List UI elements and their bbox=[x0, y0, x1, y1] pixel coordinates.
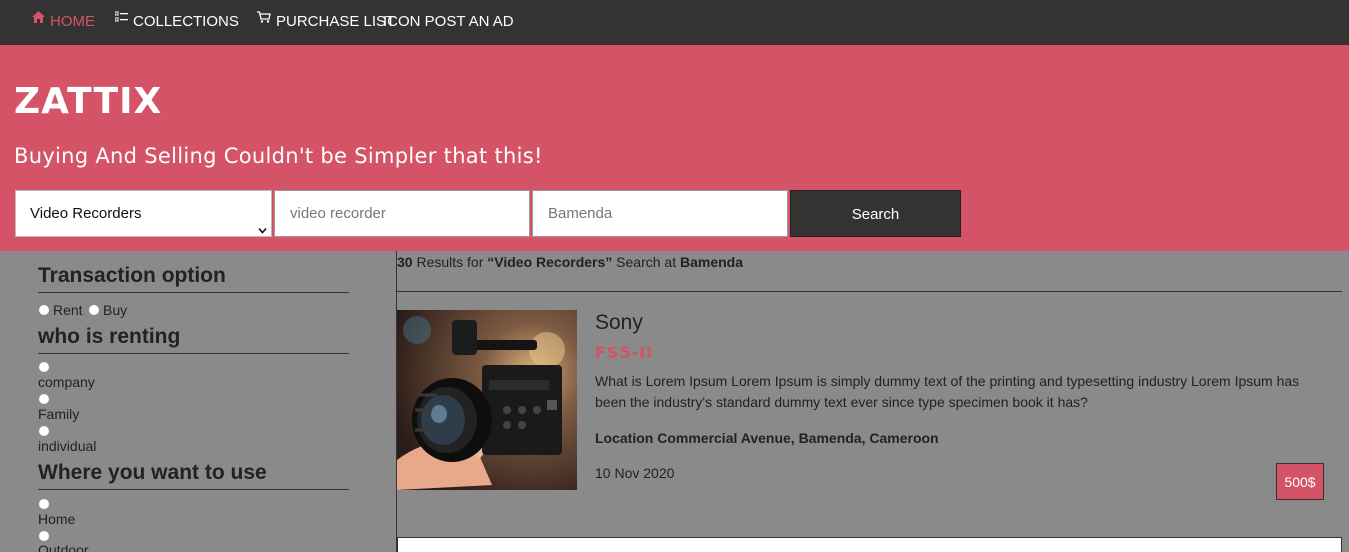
radio-individual[interactable] bbox=[39, 426, 49, 436]
results-count: 30 bbox=[397, 254, 413, 270]
product-date: 10 Nov 2020 bbox=[595, 465, 675, 481]
query-input[interactable]: video recorder bbox=[274, 190, 530, 237]
transaction-option-title: Transaction option bbox=[38, 264, 226, 287]
brand-logo[interactable]: ZATTIX bbox=[14, 81, 162, 122]
nav-collections-label: COLLECTIONS bbox=[133, 13, 239, 30]
filter-sidebar bbox=[0, 251, 396, 552]
radio-rent-label: Rent bbox=[53, 302, 83, 318]
radio-rent[interactable] bbox=[39, 305, 49, 315]
section-divider bbox=[38, 292, 349, 293]
results-summary: 30 Results for “Video Recorders” Search … bbox=[397, 254, 743, 270]
nav-purchase-list-label: PURCHASE LIST bbox=[276, 13, 396, 30]
radio-home[interactable] bbox=[39, 499, 49, 509]
location-input[interactable]: Bamenda bbox=[532, 190, 788, 237]
nav-home[interactable]: HOME bbox=[32, 0, 95, 45]
hero-banner: ZATTIX Buying And Selling Couldn't be Si… bbox=[0, 45, 1349, 251]
product-model: FS5-II bbox=[595, 343, 654, 362]
radio-home-label: Home bbox=[38, 511, 76, 527]
radio-company[interactable] bbox=[39, 362, 49, 372]
section-divider bbox=[38, 489, 349, 490]
results-text-2: Search at bbox=[612, 254, 680, 270]
top-nav: HOME COLLECTIONS PURCHASE LIST ICON POST… bbox=[0, 0, 1349, 45]
product-description: What is Lorem Ipsum Lorem Ipsum is simpl… bbox=[595, 373, 1300, 410]
tagline: Buying And Selling Couldn't be Simpler t… bbox=[14, 144, 543, 168]
radio-buy[interactable] bbox=[89, 305, 99, 315]
results-text-1: Results for bbox=[412, 254, 488, 270]
home-icon bbox=[32, 0, 45, 41]
cart-icon bbox=[257, 0, 271, 41]
location-input-value: Bamenda bbox=[548, 205, 613, 222]
category-select-value: Video Recorders bbox=[30, 205, 142, 222]
section-divider bbox=[38, 353, 349, 354]
nav-post-ad-label: ICON POST AN AD bbox=[383, 13, 514, 30]
radio-buy-label: Buy bbox=[103, 302, 128, 318]
results-category: “Video Recorders” bbox=[487, 254, 613, 270]
who-is-renting-title: who is renting bbox=[38, 325, 181, 348]
where-to-use-title: Where you want to use bbox=[38, 461, 267, 484]
nav-collections[interactable]: COLLECTIONS bbox=[114, 0, 239, 45]
product-image[interactable] bbox=[397, 310, 577, 490]
nav-post-ad[interactable]: ICON POST AN AD bbox=[383, 0, 514, 45]
category-select[interactable]: Video Recorders bbox=[15, 190, 272, 237]
list-icon bbox=[114, 0, 128, 41]
radio-outdoor[interactable] bbox=[39, 531, 49, 541]
product-location: Location Commercial Avenue, Bamenda, Cam… bbox=[595, 430, 939, 446]
radio-family-label: Family bbox=[38, 406, 80, 422]
chevron-down-icon bbox=[258, 208, 267, 234]
search-button[interactable]: Search bbox=[790, 190, 961, 237]
next-listing-card[interactable] bbox=[397, 537, 1342, 552]
radio-company-label: company bbox=[38, 374, 95, 390]
radio-outdoor-label: Outdoor bbox=[38, 542, 89, 552]
nav-purchase-list[interactable]: PURCHASE LIST bbox=[257, 0, 395, 45]
radio-family[interactable] bbox=[39, 394, 49, 404]
results-location: Bamenda bbox=[680, 254, 744, 270]
price-badge[interactable]: 500$ bbox=[1276, 463, 1324, 500]
radio-individual-label: individual bbox=[38, 438, 97, 454]
query-input-value: video recorder bbox=[290, 205, 386, 222]
product-brand[interactable]: Sony bbox=[595, 311, 643, 335]
results-divider bbox=[397, 291, 1342, 292]
nav-home-label: HOME bbox=[50, 13, 95, 30]
